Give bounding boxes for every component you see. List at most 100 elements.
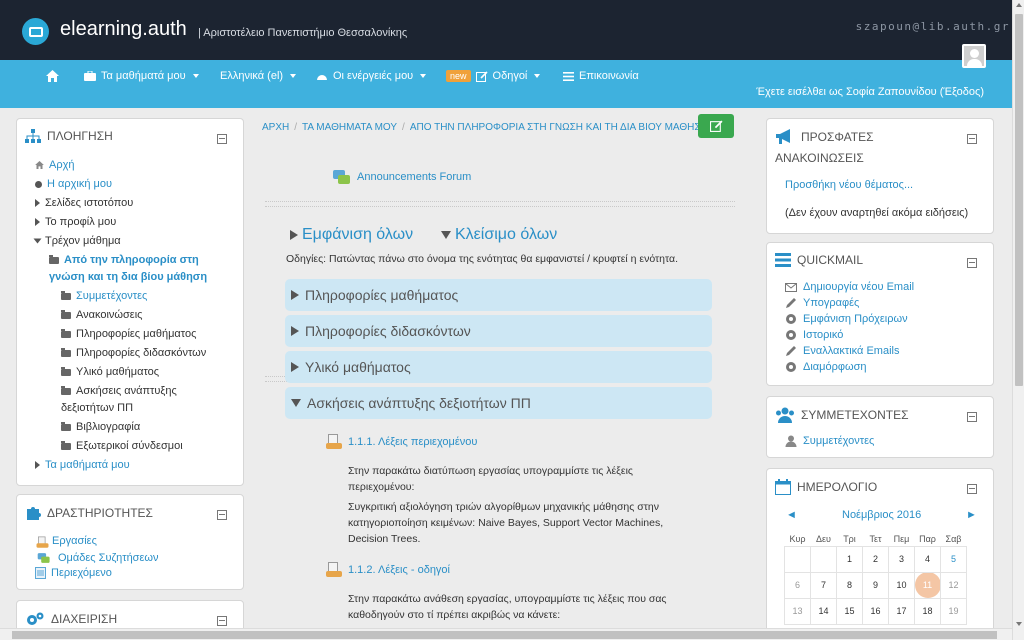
quickmail-link-label[interactable]: Εναλλακτικά Emails [803, 345, 899, 357]
calendar-collapse-button[interactable] [967, 484, 977, 494]
quickmail-link-label[interactable]: Δημιουργία νέου Email [803, 281, 914, 293]
announcements-forum-label[interactable]: Announcements Forum [357, 171, 471, 183]
participants-collapse-button[interactable] [967, 412, 977, 422]
calendar-day[interactable]: 1 [836, 545, 863, 573]
nav-language[interactable]: Ελληνικά (el) [220, 70, 297, 82]
nav-home-label[interactable]: Αρχή [49, 159, 75, 171]
calendar-day[interactable]: 12 [940, 571, 967, 599]
quickmail-compose[interactable]: Δημιουργία νέου Email [785, 281, 914, 293]
calendar-day[interactable]: 8 [836, 571, 863, 599]
scroll-down-arrow-icon[interactable] [1016, 622, 1022, 626]
calendar-month-label[interactable]: Νοέμβριος 2016 [842, 509, 921, 521]
quickmail-drafts[interactable]: Εμφάνιση Πρόχειρων [785, 313, 908, 325]
nav-site-pages[interactable]: Σελίδες ιστοτόπου [35, 197, 133, 209]
navigation-collapse-button[interactable] [217, 134, 227, 144]
activity-assignments[interactable]: Εργασίες [35, 535, 97, 548]
activity-guide-words[interactable]: 1.1.2. Λέξεις - οδηγοί [326, 562, 450, 578]
nav-my-actions[interactable]: Οι ενέργειές μου [316, 70, 427, 82]
participants-link[interactable]: Συμμετέχοντες [785, 435, 874, 447]
nav-contact[interactable]: Επικοινωνία [563, 70, 639, 82]
quickmail-signatures[interactable]: Υπογραφές [785, 297, 859, 309]
nav-child-participants[interactable]: Συμμετέχοντες [61, 290, 147, 302]
nav-my-courses[interactable]: Τα μαθήματά μου [84, 70, 199, 82]
nav-current-course[interactable]: Τρέχον μάθημα [33, 235, 121, 247]
nav-home-link[interactable]: Αρχή [35, 159, 75, 171]
quickmail-link-label[interactable]: Διαμόρφωση [803, 361, 867, 373]
calendar-day[interactable]: 5 [940, 545, 967, 573]
user-avatar[interactable] [962, 44, 986, 68]
nav-my-home-label[interactable]: Η αρχική μου [47, 178, 112, 190]
vertical-scrollbar[interactable] [1012, 0, 1024, 640]
section-course-info[interactable]: Πληροφορίες μαθήματος [285, 279, 712, 311]
activity-content[interactable]: Περιεχόμενο [35, 567, 112, 579]
calendar-day[interactable]: 17 [888, 597, 915, 625]
section-skills-exercises[interactable]: Ασκήσεις ανάπτυξης δεξιοτήτων ΠΠ [285, 387, 712, 419]
activity-link-label[interactable]: Εργασίες [52, 535, 97, 547]
nav-course-item[interactable]: Από την πληροφορία στη [49, 254, 199, 266]
calendar-day[interactable]: 3 [888, 545, 915, 573]
quickmail-collapse-button[interactable] [967, 258, 977, 268]
activity-content-words[interactable]: 1.1.1. Λέξεις περιεχομένου [326, 434, 477, 450]
quickmail-history[interactable]: Ιστορικό [785, 329, 843, 341]
nav-course-name-line1[interactable]: Από την πληροφορία στη [64, 254, 199, 266]
vertical-scroll-thumb[interactable] [1015, 14, 1023, 386]
calendar-day[interactable]: 14 [810, 597, 837, 625]
nav-my-profile[interactable]: Το προφίλ μου [35, 216, 116, 228]
edit-mode-button[interactable] [698, 114, 734, 138]
calendar-day[interactable]: 10 [888, 571, 915, 599]
site-logo-icon[interactable] [22, 18, 49, 45]
nav-my-home-link[interactable]: Η αρχική μου [35, 178, 112, 190]
horizontal-scroll-thumb[interactable] [12, 631, 997, 639]
activity-title[interactable]: 1.1.2. Λέξεις - οδηγοί [348, 564, 450, 576]
nav-child-announcements[interactable]: Ανακοινώσεις [61, 309, 142, 321]
activity-link-label[interactable]: Ομάδες Συζητήσεων [58, 552, 158, 564]
activities-collapse-button[interactable] [217, 510, 227, 520]
home-nav-button[interactable] [46, 70, 59, 82]
scroll-up-arrow-icon[interactable] [1016, 3, 1022, 7]
nav-my-courses-label[interactable]: Τα μαθήματά μου [45, 459, 130, 471]
calendar-day[interactable]: 7 [810, 571, 837, 599]
breadcrumb-home[interactable]: ΑΡΧΗ [262, 122, 289, 133]
calendar-next-button[interactable]: ► [966, 509, 977, 521]
nav-child-external-links[interactable]: Εξωτερικοί σύνδεσμοι [61, 440, 183, 452]
calendar-day[interactable]: 4 [914, 545, 941, 573]
calendar-day[interactable]: 2 [862, 545, 889, 573]
nav-course-name-line2[interactable]: γνώση και τη δια βίου μάθηση [49, 271, 207, 283]
announcements-collapse-button[interactable] [967, 134, 977, 144]
calendar-prev-button[interactable]: ◄ [786, 509, 797, 521]
logged-in-text[interactable]: Έχετε εισέλθει ως Σοφία Ζαπουνίδου (Έξοδ… [756, 86, 984, 98]
quickmail-link-label[interactable]: Ιστορικό [803, 329, 843, 341]
breadcrumb-course[interactable]: ΑΠΟ ΤΗΝ ΠΛΗΡΟΦΟΡΙΑ ΣΤΗ ΓΝΩΣΗ ΚΑΙ ΤΗ ΔΙΑ … [410, 122, 708, 133]
announcements-forum-link[interactable]: Announcements Forum [333, 170, 471, 184]
calendar-day[interactable]: 18 [914, 597, 941, 625]
horizontal-scrollbar[interactable] [0, 628, 1012, 640]
show-all-link[interactable]: Εμφάνιση όλων [290, 226, 413, 244]
nav-child-instructors-info[interactable]: Πληροφορίες διδασκόντων [61, 347, 206, 359]
calendar-day[interactable]: 6 [784, 571, 811, 599]
quickmail-alt-emails[interactable]: Εναλλακτικά Emails [785, 345, 899, 357]
quickmail-link-label[interactable]: Υπογραφές [803, 297, 859, 309]
quickmail-link-label[interactable]: Εμφάνιση Πρόχειρων [803, 313, 908, 325]
activity-title[interactable]: 1.1.1. Λέξεις περιεχομένου [348, 436, 477, 448]
calendar-day[interactable]: 19 [940, 597, 967, 625]
calendar-day[interactable]: 15 [836, 597, 863, 625]
activity-forums[interactable]: Ομάδες Συζητήσεων [35, 551, 158, 565]
nav-child-course-info[interactable]: Πληροφορίες μαθήματος [61, 328, 196, 340]
calendar-day[interactable]: 9 [862, 571, 889, 599]
nav-child-course-material[interactable]: Υλικό μαθήματος [61, 366, 159, 378]
breadcrumb-my-courses[interactable]: ΤΑ ΜΑΘΗΜΑΤΑ ΜΟΥ [302, 122, 397, 133]
nav-course-item-line2[interactable]: γνώση και τη δια βίου μάθηση [49, 271, 207, 283]
add-new-topic-link[interactable]: Προσθήκη νέου θέματος... [785, 179, 913, 191]
nav-child-skills-line2[interactable]: δεξιοτήτων ΠΠ [61, 402, 133, 414]
nav-child-label[interactable]: Συμμετέχοντες [76, 290, 147, 302]
quickmail-config[interactable]: Διαμόρφωση [785, 361, 867, 373]
participants-link-label[interactable]: Συμμετέχοντες [803, 435, 874, 447]
calendar-day[interactable]: 13 [784, 597, 811, 625]
brand-name[interactable]: elearning.auth [60, 18, 187, 41]
activity-link-label[interactable]: Περιεχόμενο [51, 567, 112, 579]
close-all-link[interactable]: Κλείσιμο όλων [441, 226, 557, 244]
section-instructors-info[interactable]: Πληροφορίες διδασκόντων [285, 315, 712, 347]
nav-child-skills[interactable]: Ασκήσεις ανάπτυξης [61, 385, 177, 397]
calendar-day-today[interactable]: 11 [914, 571, 941, 599]
nav-guides[interactable]: new Οδηγοί [446, 70, 541, 82]
